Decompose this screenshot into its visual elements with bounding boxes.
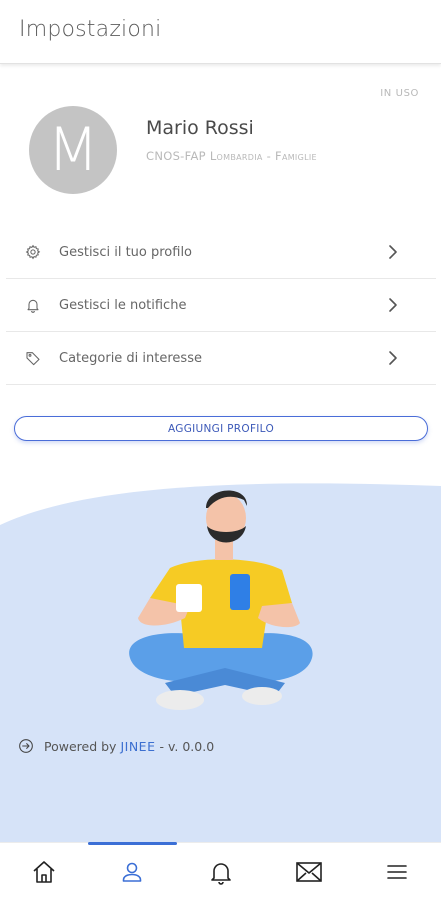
avatar: M — [29, 106, 117, 194]
profile-organization: CNOS-FAP Lombardia - Famiglie — [146, 149, 317, 163]
page-title: Impostazioni — [19, 17, 162, 42]
menu-item-manage-profile[interactable]: Gestisci il tuo profilo — [6, 226, 436, 279]
arrow-circle-icon — [19, 739, 33, 753]
bell-icon — [211, 863, 231, 885]
chevron-right-icon — [389, 351, 397, 365]
app-version: - v. 0.0.0 — [159, 738, 215, 754]
profile-card: IN USO M Mario Rossi CNOS-FAP Lombardia … — [0, 66, 441, 226]
menu-icon — [387, 865, 407, 879]
tab-menu[interactable] — [377, 855, 417, 889]
tab-messages[interactable] — [289, 855, 329, 889]
status-badge: IN USO — [380, 88, 419, 99]
powered-by-label: Powered by — [44, 738, 117, 754]
illustration — [0, 483, 441, 842]
add-profile-button[interactable]: AGGIUNGI PROFILO — [14, 416, 428, 441]
brand-name[interactable]: JINEE — [120, 739, 155, 754]
home-icon — [33, 861, 55, 883]
tab-profile[interactable] — [112, 855, 152, 889]
menu-item-categories[interactable]: Categorie di interesse — [6, 332, 436, 385]
menu-item-notifications[interactable]: Gestisci le notifiche — [6, 279, 436, 332]
menu-item-label: Gestisci il tuo profilo — [59, 244, 193, 260]
gear-icon — [24, 243, 42, 261]
tab-notifications[interactable] — [201, 855, 241, 889]
menu-item-label: Categorie di interesse — [59, 350, 202, 366]
bottom-tab-bar — [0, 842, 441, 900]
powered-by: Powered by JINEE - v. 0.0.0 — [18, 738, 214, 754]
menu-item-label: Gestisci le notifiche — [59, 297, 187, 313]
bell-icon — [24, 296, 42, 314]
chevron-right-icon — [389, 245, 397, 259]
tag-icon — [24, 349, 42, 367]
chevron-right-icon — [389, 298, 397, 312]
avatar-initial: M — [47, 115, 99, 185]
profile-icon — [122, 862, 142, 882]
app-header: Impostazioni — [0, 0, 441, 64]
profile-name: Mario Rossi — [146, 117, 254, 139]
tab-home[interactable] — [24, 855, 64, 889]
mail-icon — [296, 862, 322, 882]
active-tab-indicator — [88, 842, 177, 845]
settings-menu: Gestisci il tuo profilo Gestisci le noti… — [6, 226, 436, 385]
